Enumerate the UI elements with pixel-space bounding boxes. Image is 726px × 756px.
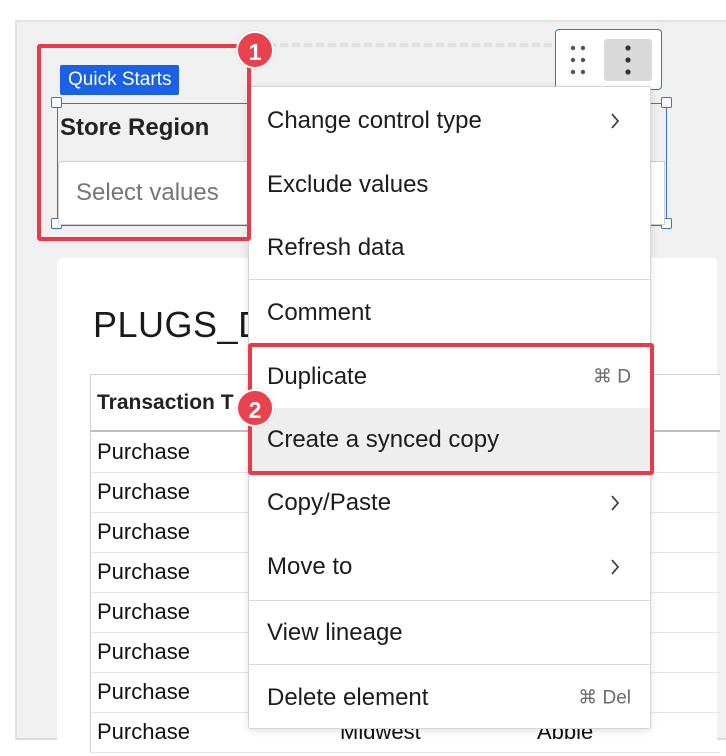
more-options-button[interactable] <box>604 39 652 81</box>
annotation-highlight-1 <box>37 44 251 241</box>
menu-item-label: Delete element <box>267 683 429 711</box>
menu-item-comment[interactable]: Comment <box>249 281 650 344</box>
annotation-highlight-2 <box>248 343 654 475</box>
more-vertical-icon <box>625 45 631 75</box>
resize-handle-top-right[interactable] <box>661 97 672 108</box>
menu-item-label: Refresh data <box>267 233 405 261</box>
menu-item-label: Change control type <box>267 106 482 134</box>
menu-item-move-to[interactable]: Move to <box>249 535 650 598</box>
cell-transaction-type: Purchase <box>97 479 190 504</box>
cell-transaction-type: Purchase <box>97 599 190 624</box>
menu-item-label: Exclude values <box>267 170 429 198</box>
menu-item-delete-element[interactable]: Delete element ⌘ Del <box>249 666 650 729</box>
menu-divider <box>249 279 650 280</box>
drag-handle-icon[interactable] <box>569 44 589 76</box>
menu-item-exclude-values[interactable]: Exclude values <box>249 153 650 216</box>
annotation-marker-2: 2 <box>236 389 274 427</box>
table-title: PLUGS_D <box>93 304 249 345</box>
menu-item-copy-paste[interactable]: Copy/Paste <box>249 471 650 534</box>
column-header-transaction-type[interactable]: Transaction T <box>97 391 249 415</box>
menu-item-label: View lineage <box>267 618 403 646</box>
menu-item-label: Move to <box>267 552 353 580</box>
chevron-right-icon <box>611 494 620 511</box>
menu-item-label: Copy/Paste <box>267 488 392 516</box>
chevron-right-icon <box>611 558 620 575</box>
chevron-right-icon <box>611 112 620 129</box>
shortcut-delete: ⌘ Del <box>578 687 631 708</box>
menu-item-label: Comment <box>267 298 372 326</box>
menu-item-refresh-data[interactable]: Refresh data <box>249 216 650 279</box>
menu-item-view-lineage[interactable]: View lineage <box>249 601 650 664</box>
cell-transaction-type: Purchase <box>97 519 190 544</box>
element-toolbar <box>555 29 662 90</box>
cell-transaction-type: Purchase <box>97 639 190 664</box>
cell-transaction-type: Purchase <box>97 679 190 704</box>
menu-item-change-control-type[interactable]: Change control type <box>249 89 650 152</box>
annotation-marker-1: 1 <box>236 31 274 69</box>
app-frame: PLUGS_D Transaction T Purchase Purchase Pu… <box>0 0 726 756</box>
cell-transaction-type: Purchase <box>97 559 190 584</box>
cell-transaction-type: Purchase <box>97 719 190 744</box>
menu-divider <box>249 664 650 665</box>
cell-transaction-type: Purchase <box>97 439 190 464</box>
